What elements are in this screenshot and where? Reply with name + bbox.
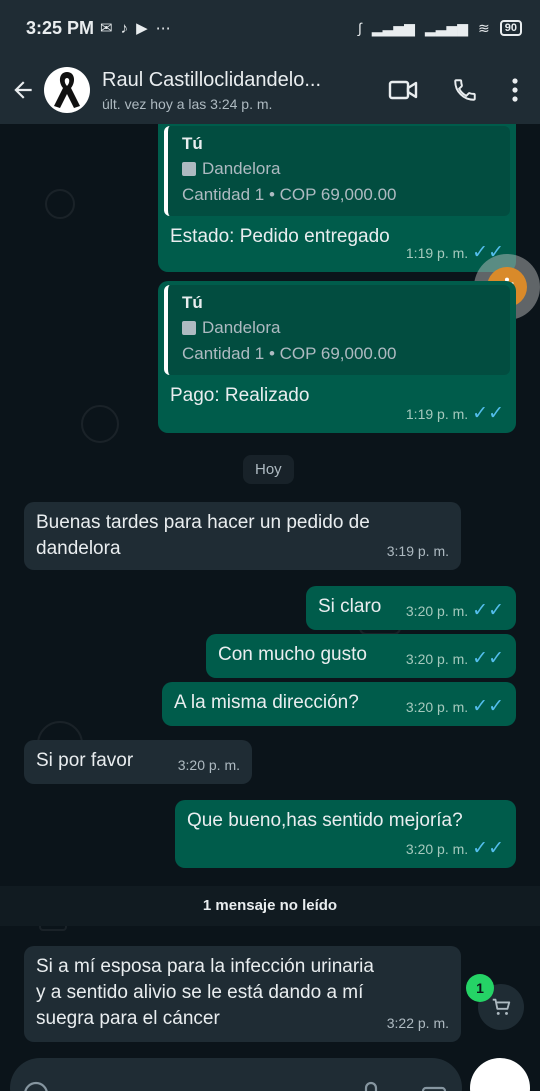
contact-info[interactable]: Raul Castilloclidandelo... últ. vez hoy … bbox=[102, 69, 372, 112]
quote-detail: Cantidad 1 • COP 69,000.00 bbox=[182, 185, 397, 204]
quoted-order[interactable]: Tú Dandelora Cantidad 1 • COP 69,000.00 bbox=[164, 126, 510, 216]
read-ticks-icon: ✓✓ bbox=[472, 648, 504, 669]
quote-title: Dandelora bbox=[202, 318, 281, 337]
quote-detail: Cantidad 1 • COP 69,000.00 bbox=[182, 344, 397, 363]
signal-icon-2: ▂▃▅▆ bbox=[424, 19, 469, 36]
emoji-icon[interactable] bbox=[22, 1080, 50, 1091]
message-text: Con mucho gusto bbox=[218, 644, 367, 665]
status-bar: 3:25 PM ✉ ♪ ▶ ⋯ ∫ ▂▃▅▆ ▂▃▅▆ ≋ 90 bbox=[0, 0, 540, 56]
more-options-icon[interactable] bbox=[512, 77, 518, 103]
last-seen: últ. vez hoy a las 3:24 p. m. bbox=[102, 95, 273, 112]
message-text: Si a mí esposa para la infección urinari… bbox=[36, 956, 374, 977]
catalog-icon bbox=[182, 321, 196, 335]
message-text: Que bueno,has sentido mejoría? bbox=[187, 810, 463, 831]
quoted-order[interactable]: Tú Dandelora Cantidad 1 • COP 69,000.00 bbox=[164, 285, 510, 375]
contact-name: Raul Castilloclidandelo... bbox=[102, 68, 322, 91]
voice-call-icon[interactable] bbox=[452, 77, 478, 103]
message-time: 1:19 p. m. bbox=[405, 406, 469, 422]
message-outgoing[interactable]: Con mucho gusto 3:20 p. m. ✓✓ bbox=[206, 634, 516, 678]
quote-author: Tú bbox=[182, 293, 203, 312]
catalog-icon bbox=[182, 162, 196, 176]
chat-header: Raul Castilloclidandelo... últ. vez hoy … bbox=[0, 56, 540, 124]
message-text: A la misma dirección? bbox=[174, 692, 359, 713]
message-time: 1:19 p. m. bbox=[405, 245, 469, 261]
message-text: Si por favor bbox=[36, 750, 134, 771]
back-button[interactable] bbox=[2, 77, 44, 103]
bluetooth-icon: ∫ bbox=[358, 20, 362, 36]
attach-icon[interactable] bbox=[360, 1080, 382, 1091]
cart-badge: 1 bbox=[466, 974, 494, 1002]
message-time: 3:20 p. m. bbox=[177, 757, 240, 773]
message-time: 3:22 p. m. bbox=[386, 1015, 449, 1031]
read-ticks-icon: ✓✓ bbox=[472, 600, 504, 621]
message-time: 3:20 p. m. bbox=[405, 841, 469, 857]
message-outgoing[interactable]: A la misma dirección? 3:20 p. m. ✓✓ bbox=[162, 682, 516, 726]
message-time: 3:20 p. m. bbox=[405, 651, 469, 667]
read-ticks-icon: ✓✓ bbox=[472, 403, 504, 424]
date-divider: Hoy bbox=[243, 455, 294, 484]
wifi-icon: ≋ bbox=[478, 19, 490, 36]
tiktok-icon: ♪ bbox=[120, 19, 129, 37]
chat-area[interactable]: Tú Dandelora Cantidad 1 • COP 69,000.00 … bbox=[0, 124, 540, 1091]
message-time: 3:19 p. m. bbox=[386, 543, 449, 559]
message-payment[interactable]: Tú Dandelora Cantidad 1 • COP 69,000.00 … bbox=[158, 281, 516, 433]
message-incoming[interactable]: Si por favor 3:20 p. m. bbox=[24, 740, 252, 784]
back-arrow-icon bbox=[14, 81, 32, 99]
camera-icon[interactable] bbox=[420, 1080, 448, 1091]
more-notifications-icon: ⋯ bbox=[155, 20, 171, 37]
video-call-icon[interactable] bbox=[388, 78, 418, 102]
quote-title: Dandelora bbox=[202, 159, 281, 178]
message-time: 3:20 p. m. bbox=[405, 699, 469, 715]
quote-author: Tú bbox=[182, 134, 203, 153]
message-time: 3:20 p. m. bbox=[405, 603, 469, 619]
shopping-cart-icon bbox=[492, 998, 511, 1015]
message-outgoing[interactable]: Si claro 3:20 p. m. ✓✓ bbox=[306, 586, 516, 630]
status-time: 3:25 PM bbox=[26, 17, 95, 38]
youtube-icon: ▶ bbox=[136, 20, 148, 37]
message-text: Buenas tardes para hacer un pedido de bbox=[36, 512, 370, 533]
message-input-bar[interactable] bbox=[10, 1058, 462, 1091]
message-text: y a sentido alivio se le está dando a mí bbox=[36, 982, 364, 1003]
mourning-ribbon-icon bbox=[54, 72, 80, 108]
message-text: Si claro bbox=[318, 596, 382, 617]
read-ticks-icon: ✓✓ bbox=[472, 696, 504, 717]
read-ticks-icon: ✓✓ bbox=[472, 838, 504, 859]
avatar[interactable] bbox=[44, 67, 90, 113]
battery-icon: 90 bbox=[499, 20, 522, 36]
signal-icon: ▂▃▅▆ bbox=[371, 19, 415, 36]
unread-messages-banner: 1 mensaje no leído bbox=[0, 886, 540, 926]
gmail-icon: ✉ bbox=[100, 20, 113, 37]
message-outgoing[interactable]: Que bueno,has sentido mejoría? 3:20 p. m… bbox=[175, 800, 516, 868]
message-incoming[interactable]: Buenas tardes para hacer un pedido de da… bbox=[24, 502, 461, 570]
message-incoming[interactable]: Si a mí esposa para la infección urinari… bbox=[24, 946, 461, 1042]
message-order-status[interactable]: Tú Dandelora Cantidad 1 • COP 69,000.00 … bbox=[158, 124, 516, 272]
